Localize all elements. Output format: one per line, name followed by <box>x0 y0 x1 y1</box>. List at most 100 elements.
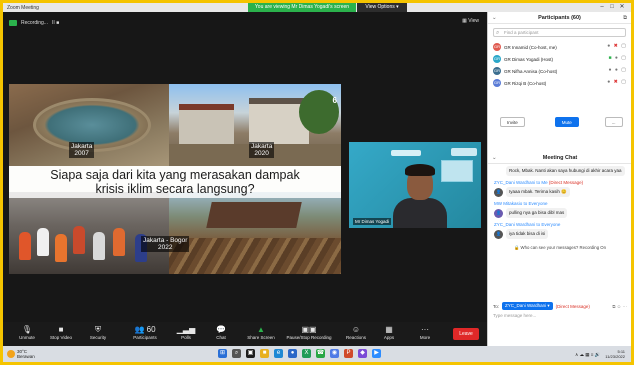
chevron-down-icon[interactable]: ⌄ <box>492 12 497 24</box>
apps-icon: ▦ <box>385 325 393 334</box>
powerpoint-icon[interactable]: P <box>344 349 353 358</box>
zoom-meeting-icon[interactable]: ▶ <box>372 349 381 358</box>
stop-video-button[interactable]: ■ Stop Video <box>41 324 81 344</box>
chat-message-sender: ZYC_Dani Wardhani to Me (Direct Message) <box>494 180 584 185</box>
shared-slide: 6 Jakarta 2007 Jakarta 2020 Jakarta - Bogo… <box>9 84 341 274</box>
meeting-status-bar: Recording... II ■ <box>9 18 59 28</box>
avatar: 👤 <box>494 229 503 239</box>
participant-row[interactable]: GR GR Nifha Annisa (Co-host) ● ● ▢ <box>488 65 631 77</box>
chat-recipient-row: To: ZYC_Dani Wardhani ▾ (Direct Message)… <box>493 302 627 310</box>
meeting-video-area: Recording... II ■ ▦ View 6 Jakarta 2007 J… <box>3 12 487 322</box>
close-icon[interactable]: ✕ <box>618 3 626 12</box>
meeting-toolbar: 🎙 Unmute ■ Stop Video ⛨ Security 👥 60 Partic… <box>3 322 487 346</box>
participant-row[interactable]: GR GR Dimas Yogadi (Host) ■ ● ▢ <box>488 53 631 65</box>
window-title: Zoom Meeting <box>7 5 39 11</box>
avatar: GR <box>493 55 501 63</box>
participants-button[interactable]: 👥 60 Participants <box>125 324 165 344</box>
task-view-icon[interactable]: ▣ <box>246 349 255 358</box>
avatar: 👤 <box>494 187 503 197</box>
chat-message: Rock, Mbak. Nanti akan saya hubungi di a… <box>488 164 632 178</box>
record-icon: ▣▣ <box>301 325 317 334</box>
side-panel: ⌄ Participants (60) ⧉ Find a participant… <box>487 12 632 346</box>
chat-panel-header: ⌄ Meeting Chat <box>488 152 632 164</box>
photo-caption: Jakarta 2007 <box>69 142 95 158</box>
avatar: GR <box>493 43 501 51</box>
poll-icon: ▁▃▅ <box>176 325 196 334</box>
participants-icon: 👥 60 <box>134 325 156 334</box>
share-screen-icon: ▲ <box>257 325 265 334</box>
more-options-button[interactable]: ... <box>604 117 623 127</box>
chrome-icon[interactable]: ◉ <box>330 349 339 358</box>
landslide-photo-2022 <box>169 192 341 274</box>
avatar: GR <box>493 67 501 75</box>
more-icon: ··· <box>421 325 429 334</box>
minimize-icon[interactable]: – <box>598 3 606 12</box>
more-button[interactable]: ··· More <box>405 324 445 344</box>
edge-browser-icon[interactable]: e <box>274 349 283 358</box>
participant-row[interactable]: GR GR Innamid (Co-host, me) ● ✖ ▢ <box>488 41 631 53</box>
apps-button[interactable]: ▦ Apps <box>369 324 409 344</box>
mute-all-button[interactable]: Mute All <box>554 117 579 134</box>
polls-button[interactable]: ▁▃▅ Polls <box>166 324 206 344</box>
participant-controls[interactable]: ● ✖ ▢ <box>607 43 627 49</box>
shield-icon <box>9 20 17 26</box>
view-button[interactable]: ▦ View <box>462 18 479 24</box>
zoom-app-icon[interactable]: ● <box>288 349 297 358</box>
recipient-select[interactable]: ZYC_Dani Wardhani ▾ <box>502 302 553 310</box>
pause-stop-icon[interactable]: II ■ <box>52 20 59 26</box>
shield-icon: ⛨ <box>95 325 101 334</box>
participant-controls[interactable]: ● ● ▢ <box>608 67 627 73</box>
chat-attach-icon[interactable]: ⧉ ☺ ··· <box>612 304 627 309</box>
participant-actions: Invite Mute All ... <box>488 111 631 134</box>
avatar: 👤 <box>494 208 503 218</box>
chat-visibility-notice[interactable]: 🔒 Who can see your messages? Recording O… <box>488 241 632 255</box>
tray-icons[interactable]: ∧ ☁ ▦ ≡ 🔊 <box>575 352 600 358</box>
system-tray: ∧ ☁ ▦ ≡ 🔊 5:11 11/23/2022 <box>575 349 625 359</box>
participant-controls[interactable]: ● ✖ ▢ <box>607 79 627 85</box>
pause-stop-recording-button[interactable]: ▣▣ Pause/Stop Recording <box>286 324 332 344</box>
participant-controls[interactable]: ■ ● ▢ <box>608 55 627 61</box>
rescue-photo-2022 <box>9 192 169 274</box>
whatsapp-icon[interactable]: ☎ <box>316 349 325 358</box>
avatar: GR <box>493 79 501 87</box>
participant-row[interactable]: GR GR Rizqi B (Co-host) ● ✖ ▢ <box>488 77 631 89</box>
windows-taskbar: 30°C Berawan ⊞ ⌕ ▣ ■ e ● X ☎ ◉ P ◆ ▶ ∧ ☁… <box>3 346 631 362</box>
participant-name-label: Mr Dimas Yogadi <box>353 218 392 225</box>
recording-indicator: Recording... <box>21 20 48 26</box>
file-explorer-icon[interactable]: ■ <box>260 349 269 358</box>
share-screen-button[interactable]: ▲ Share Screen <box>241 324 281 344</box>
search-icon[interactable]: ⌕ <box>232 349 241 358</box>
view-options-button[interactable]: View Options ▾ <box>357 3 407 12</box>
taskbar-apps: ⊞ ⌕ ▣ ■ e ● X ☎ ◉ P ◆ ▶ <box>218 349 381 358</box>
chat-message-sender: ZYC_Dani Wardhani to Everyone <box>494 222 561 227</box>
photo-caption: Jakarta 2020 <box>249 142 275 158</box>
chat-icon: 💬 <box>216 325 226 334</box>
weather-widget[interactable]: 30°C Berawan <box>7 349 35 359</box>
participant-video-tile[interactable]: Mr Dimas Yogadi <box>349 142 481 228</box>
chat-button[interactable]: 💬 Chat <box>201 324 241 344</box>
popout-icon[interactable]: ⧉ <box>623 12 627 24</box>
slide-headline: Siapa saja dari kita yang merasakan damp… <box>9 166 341 198</box>
chat-message: 👤 pulling nya ga bisa dibl mas <box>488 206 632 220</box>
slide-number: 6 <box>332 96 337 105</box>
participant-search-input[interactable]: Find a participant <box>493 28 626 37</box>
chat-message-sender: MW Mitakasio to Everyone <box>494 201 548 206</box>
chat-message-input[interactable]: Type message here... <box>493 313 536 318</box>
app-icon[interactable]: ◆ <box>358 349 367 358</box>
security-button[interactable]: ⛨ Security <box>78 324 118 344</box>
video-camera-icon: ■ <box>58 325 64 334</box>
weather-icon <box>7 350 15 358</box>
windows-start-icon[interactable]: ⊞ <box>218 349 227 358</box>
excel-icon[interactable]: X <box>302 349 311 358</box>
invite-button[interactable]: Invite <box>500 117 525 127</box>
leave-meeting-button[interactable]: Leave <box>453 328 479 340</box>
chat-message: 👤 iya tidak bisa di isi <box>488 227 632 241</box>
photo-caption: Jakarta - Bogor 2022 <box>141 236 190 252</box>
clock[interactable]: 5:11 11/23/2022 <box>605 349 625 359</box>
chat-message: 👤 Iyaaa mbak. Terima kasih 😊 <box>488 185 632 199</box>
chevron-down-icon[interactable]: ⌄ <box>492 152 497 164</box>
maximize-icon[interactable]: □ <box>608 3 616 12</box>
meeting-chat: ⌄ Meeting Chat Rock, Mbak. Nanti akan sa… <box>488 152 632 255</box>
participants-panel-header: ⌄ Participants (60) ⧉ <box>488 12 631 24</box>
screen-share-banner: You are viewing Mr Dimas Yogadi's screen <box>248 3 356 12</box>
